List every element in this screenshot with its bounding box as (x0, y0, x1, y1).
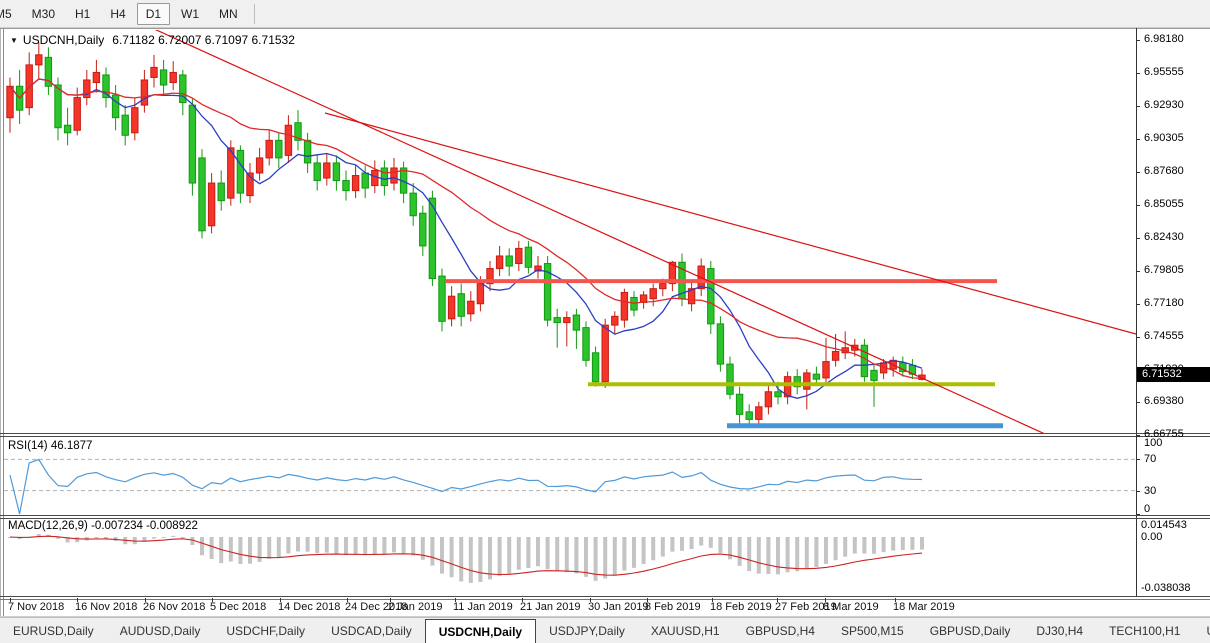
rsi-axis-tick (1136, 436, 1140, 437)
toolbar-separator (253, 3, 255, 24)
chart-ohlc-values: 6.71182 6.72007 6.71097 6.71532 (112, 33, 295, 47)
date-axis-label: 18 Feb 2019 (710, 601, 772, 613)
date-axis-label: 30 Jan 2019 (588, 601, 649, 613)
price-axis-tick (1136, 303, 1140, 305)
timeframe-button-d1[interactable]: D1 (136, 2, 171, 25)
macd-values: -0.007234 -0.008922 (91, 520, 198, 532)
rsi-axis-label: 30 (1144, 484, 1157, 497)
tab-usdchf-daily[interactable]: USDCHF,Daily (213, 618, 318, 643)
macd-axis-label: 0.014543 (1141, 519, 1187, 531)
chart-title[interactable]: ▼ USDCNH,Daily 6.71182 6.72007 6.71097 6.7… (10, 33, 295, 47)
price-axis-label: 6.77180 (1144, 297, 1184, 309)
rsi-pane[interactable] (4, 437, 1136, 515)
date-axis-label: 18 Mar 2019 (893, 601, 955, 613)
tab-usdcad-daily[interactable]: USDCAD,Daily (318, 618, 425, 643)
price-axis-label: 6.74555 (1144, 330, 1184, 342)
tab-sp500-m15[interactable]: SP500,M15 (828, 618, 917, 643)
price-axis-label: 6.92930 (1144, 99, 1184, 111)
tab-usdjpy-daily[interactable]: USDJPY,Daily (536, 618, 638, 643)
price-axis-tick (1136, 270, 1140, 272)
rsi-value: 46.1877 (50, 440, 93, 452)
date-axis-label: 8 Mar 2019 (823, 601, 879, 613)
price-axis-label: 6.69380 (1144, 395, 1184, 408)
price-axis-label: 6.87680 (1144, 165, 1184, 177)
price-axis-label: 6.95555 (1144, 66, 1184, 78)
price-axis-tick (1136, 39, 1140, 41)
price-axis-tick (1136, 138, 1140, 140)
timeframe-toolbar: M5M30H1H4D1W1MN (0, 0, 1210, 28)
price-axis-label: 6.85055 (1144, 198, 1184, 210)
macd-label: MACD(12,26,9) -0.007234 -0.008922 (8, 520, 198, 532)
price-axis-label: 6.79805 (1144, 264, 1184, 276)
date-axis-label: 8 Feb 2019 (645, 601, 701, 613)
price-axis-tick (1136, 237, 1140, 239)
rsi-axis-tick (1136, 514, 1140, 515)
rsi-axis-label: 100 (1144, 437, 1163, 449)
price-axis-tick (1136, 401, 1140, 403)
price-axis-label: 6.90305 (1144, 132, 1184, 144)
price-axis-tick (1136, 105, 1140, 107)
timeframe-button-m30[interactable]: M30 (23, 3, 64, 25)
tab-tech100-h1[interactable]: TECH100,H1 (1096, 618, 1193, 643)
macd-axis-label: -0.038038 (1141, 582, 1191, 594)
price-axis-tick (1136, 72, 1140, 74)
main-rsi-splitter[interactable] (0, 433, 1210, 434)
window-top-border (0, 28, 1210, 29)
tab-xauusd-h1[interactable]: XAUUSD,H1 (638, 618, 733, 643)
tab-dj30-h4[interactable]: DJ30,H4 (1023, 618, 1096, 643)
rsi-label: RSI(14) 46.1877 (8, 440, 93, 452)
trendline-shallow[interactable] (324, 112, 1136, 335)
tab-eurusd-daily[interactable]: EURUSD,Daily (0, 618, 107, 643)
price-axis-tick (1136, 204, 1140, 206)
timeframe-button-w1[interactable]: W1 (172, 3, 208, 25)
chart-symbol-label: USDCNH,Daily (22, 33, 105, 47)
current-price-box: 6.71532 (1137, 367, 1210, 382)
rsi-axis-tick (1136, 459, 1140, 461)
date-axis-label: 2 Jan 2019 (388, 601, 443, 613)
chart-tab-bar: EURUSD,Daily AUDUSD,Daily USDCHF,Daily USDC… (0, 617, 1210, 643)
rsi-axis-tick (1136, 490, 1140, 492)
macd-date-splitter-2 (0, 599, 1210, 600)
date-axis-label: 21 Jan 2019 (520, 601, 581, 613)
price-axis-tick (1136, 171, 1140, 173)
window-left-border (0, 28, 1, 616)
rsi-axis-label: 70 (1144, 453, 1157, 466)
tab-gbpusd-h4[interactable]: GBPUSD,H4 (733, 618, 828, 643)
price-axis-divider (1136, 28, 1137, 597)
date-axis-label: 26 Nov 2018 (143, 601, 206, 613)
macd-date-splitter (0, 596, 1210, 597)
date-axis-label: 14 Dec 2018 (278, 601, 341, 613)
date-axis-label: 7 Nov 2018 (8, 601, 65, 613)
timeframe-button-h4[interactable]: H4 (101, 3, 134, 25)
price-axis-label: 6.82430 (1144, 231, 1184, 243)
main-price-pane[interactable] (4, 30, 1136, 433)
macd-axis-label: 0.00 (1141, 531, 1163, 543)
date-axis-label: 5 Dec 2018 (210, 601, 267, 613)
timeframe-button-h1[interactable]: H1 (66, 3, 99, 25)
tab-usdcnh-daily[interactable]: USDCNH,Daily (424, 619, 537, 643)
rsi-axis-label: 0 (1144, 503, 1151, 515)
timeframe-button-m5[interactable]: M5 (0, 3, 21, 25)
chart-dropdown-icon[interactable]: ▼ (10, 36, 18, 45)
timeframe-button-mn[interactable]: MN (210, 3, 247, 25)
tab-ui[interactable]: UI (1193, 618, 1210, 643)
tab-audusd-daily[interactable]: AUDUSD,Daily (107, 618, 214, 643)
rsi-macd-splitter[interactable] (0, 515, 1210, 516)
price-axis-label: 6.98180 (1144, 33, 1184, 45)
date-axis-label: 16 Nov 2018 (75, 601, 138, 613)
date-axis-label: 11 Jan 2019 (453, 601, 513, 613)
tab-gbpusd-daily[interactable]: GBPUSD,Daily (917, 618, 1024, 643)
price-axis-tick (1136, 336, 1140, 338)
